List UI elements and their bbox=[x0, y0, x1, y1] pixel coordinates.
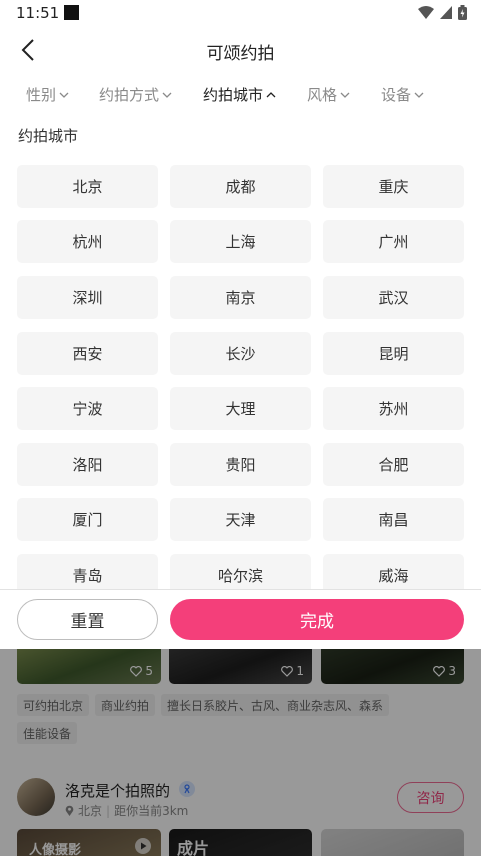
filter-tab-gender[interactable]: 性别 bbox=[26, 84, 69, 105]
city-option[interactable]: 上海 bbox=[170, 220, 311, 263]
filter-tab-shoot-type[interactable]: 约拍方式 bbox=[99, 84, 172, 105]
city-option[interactable]: 南京 bbox=[170, 276, 311, 319]
chevron-down-icon bbox=[59, 92, 69, 98]
reset-button[interactable]: 重置 bbox=[17, 599, 158, 640]
battery-icon bbox=[458, 5, 467, 20]
wifi-icon bbox=[418, 6, 434, 19]
city-option[interactable]: 重庆 bbox=[323, 165, 464, 208]
filter-tab-city[interactable]: 约拍城市 bbox=[203, 84, 276, 105]
filter-action-bar: 重置 完成 bbox=[0, 589, 481, 649]
status-bar: 11:51 bbox=[0, 0, 481, 26]
city-option[interactable]: 武汉 bbox=[323, 276, 464, 319]
chevron-up-icon bbox=[266, 91, 276, 97]
status-time: 11:51 bbox=[16, 4, 60, 22]
filter-tab-label: 性别 bbox=[26, 86, 57, 104]
city-option[interactable]: 北京 bbox=[17, 165, 158, 208]
city-option[interactable]: 杭州 bbox=[17, 220, 158, 263]
chevron-down-icon bbox=[414, 92, 424, 98]
city-option[interactable]: 合肥 bbox=[323, 443, 464, 486]
city-grid: 北京 成都 重庆 杭州 上海 广州 深圳 南京 武汉 西安 长沙 昆明 宁波 大… bbox=[17, 165, 464, 589]
status-icons bbox=[418, 5, 467, 20]
city-option[interactable]: 南昌 bbox=[323, 498, 464, 541]
city-option[interactable]: 青岛 bbox=[17, 554, 158, 589]
city-option[interactable]: 大理 bbox=[170, 387, 311, 430]
city-option[interactable]: 深圳 bbox=[17, 276, 158, 319]
modal-overlay[interactable] bbox=[0, 649, 481, 856]
filter-bar: 性别 约拍方式 约拍城市 风格 设备 bbox=[0, 76, 481, 112]
city-option[interactable]: 宁波 bbox=[17, 387, 158, 430]
section-title: 约拍城市 bbox=[18, 127, 79, 145]
city-option[interactable]: 厦门 bbox=[17, 498, 158, 541]
city-option[interactable]: 哈尔滨 bbox=[170, 554, 311, 589]
signal-icon bbox=[440, 6, 452, 19]
filter-tab-label: 风格 bbox=[307, 86, 338, 104]
city-option[interactable]: 成都 bbox=[170, 165, 311, 208]
city-option[interactable]: 洛阳 bbox=[17, 443, 158, 486]
filter-tab-equipment[interactable]: 设备 bbox=[381, 84, 424, 105]
page-title: 可颂约拍 bbox=[206, 44, 275, 64]
filter-tab-label: 约拍方式 bbox=[99, 86, 160, 104]
filter-tab-label: 设备 bbox=[381, 86, 412, 104]
city-option[interactable]: 广州 bbox=[323, 220, 464, 263]
city-option[interactable]: 贵阳 bbox=[170, 443, 311, 486]
nav-bar: 可颂约拍 bbox=[0, 26, 481, 74]
city-option[interactable]: 西安 bbox=[17, 332, 158, 375]
city-option[interactable]: 威海 bbox=[323, 554, 464, 589]
filter-tab-style[interactable]: 风格 bbox=[307, 84, 350, 105]
notification-icon bbox=[64, 5, 79, 20]
city-option[interactable]: 天津 bbox=[170, 498, 311, 541]
chevron-down-icon bbox=[340, 92, 350, 98]
city-option[interactable]: 苏州 bbox=[323, 387, 464, 430]
filter-tab-label: 约拍城市 bbox=[203, 86, 264, 104]
city-option[interactable]: 昆明 bbox=[323, 332, 464, 375]
city-option[interactable]: 长沙 bbox=[170, 332, 311, 375]
done-button[interactable]: 完成 bbox=[170, 599, 464, 640]
chevron-down-icon bbox=[162, 92, 172, 98]
